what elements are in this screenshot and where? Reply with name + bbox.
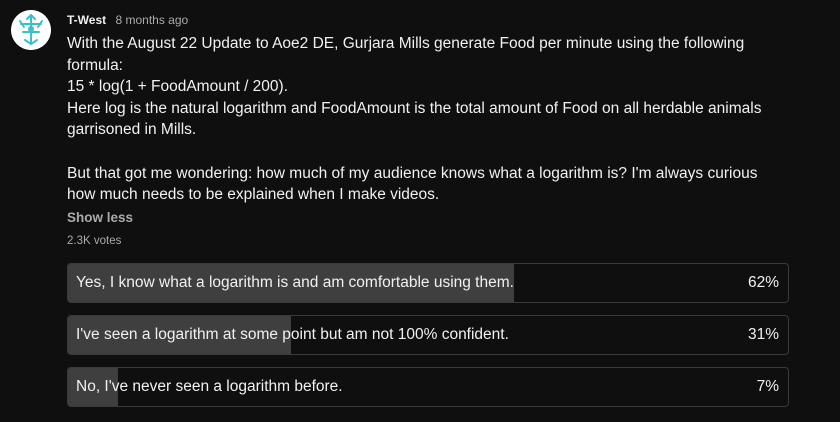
poll-option[interactable]: Yes, I know what a logarithm is and am c…	[67, 263, 789, 303]
poll-option-percent: 62%	[747, 274, 779, 291]
poll-option-label: No, I've never seen a logarithm before.	[76, 378, 343, 395]
poll-option-percent: 7%	[756, 378, 779, 395]
avatar[interactable]	[11, 10, 51, 50]
poll-option-label: Yes, I know what a logarithm is and am c…	[76, 274, 514, 291]
post-time[interactable]: 8 months ago	[115, 13, 188, 27]
post-header: T-West 8 months ago	[67, 12, 188, 28]
poll-option-label: I've seen a logarithm at some point but …	[76, 326, 509, 343]
poll-option[interactable]: No, I've never seen a logarithm before. …	[67, 367, 789, 407]
arrow-emblem-icon	[11, 10, 51, 50]
author-name[interactable]: T-West	[67, 13, 106, 27]
vote-count: 2.3K votes	[67, 235, 122, 247]
poll-option-percent: 31%	[747, 326, 779, 343]
post-body: With the August 22 Update to Aoe2 DE, Gu…	[67, 35, 762, 204]
show-less-button[interactable]: Show less	[67, 209, 133, 227]
poll-option[interactable]: I've seen a logarithm at some point but …	[67, 315, 789, 355]
